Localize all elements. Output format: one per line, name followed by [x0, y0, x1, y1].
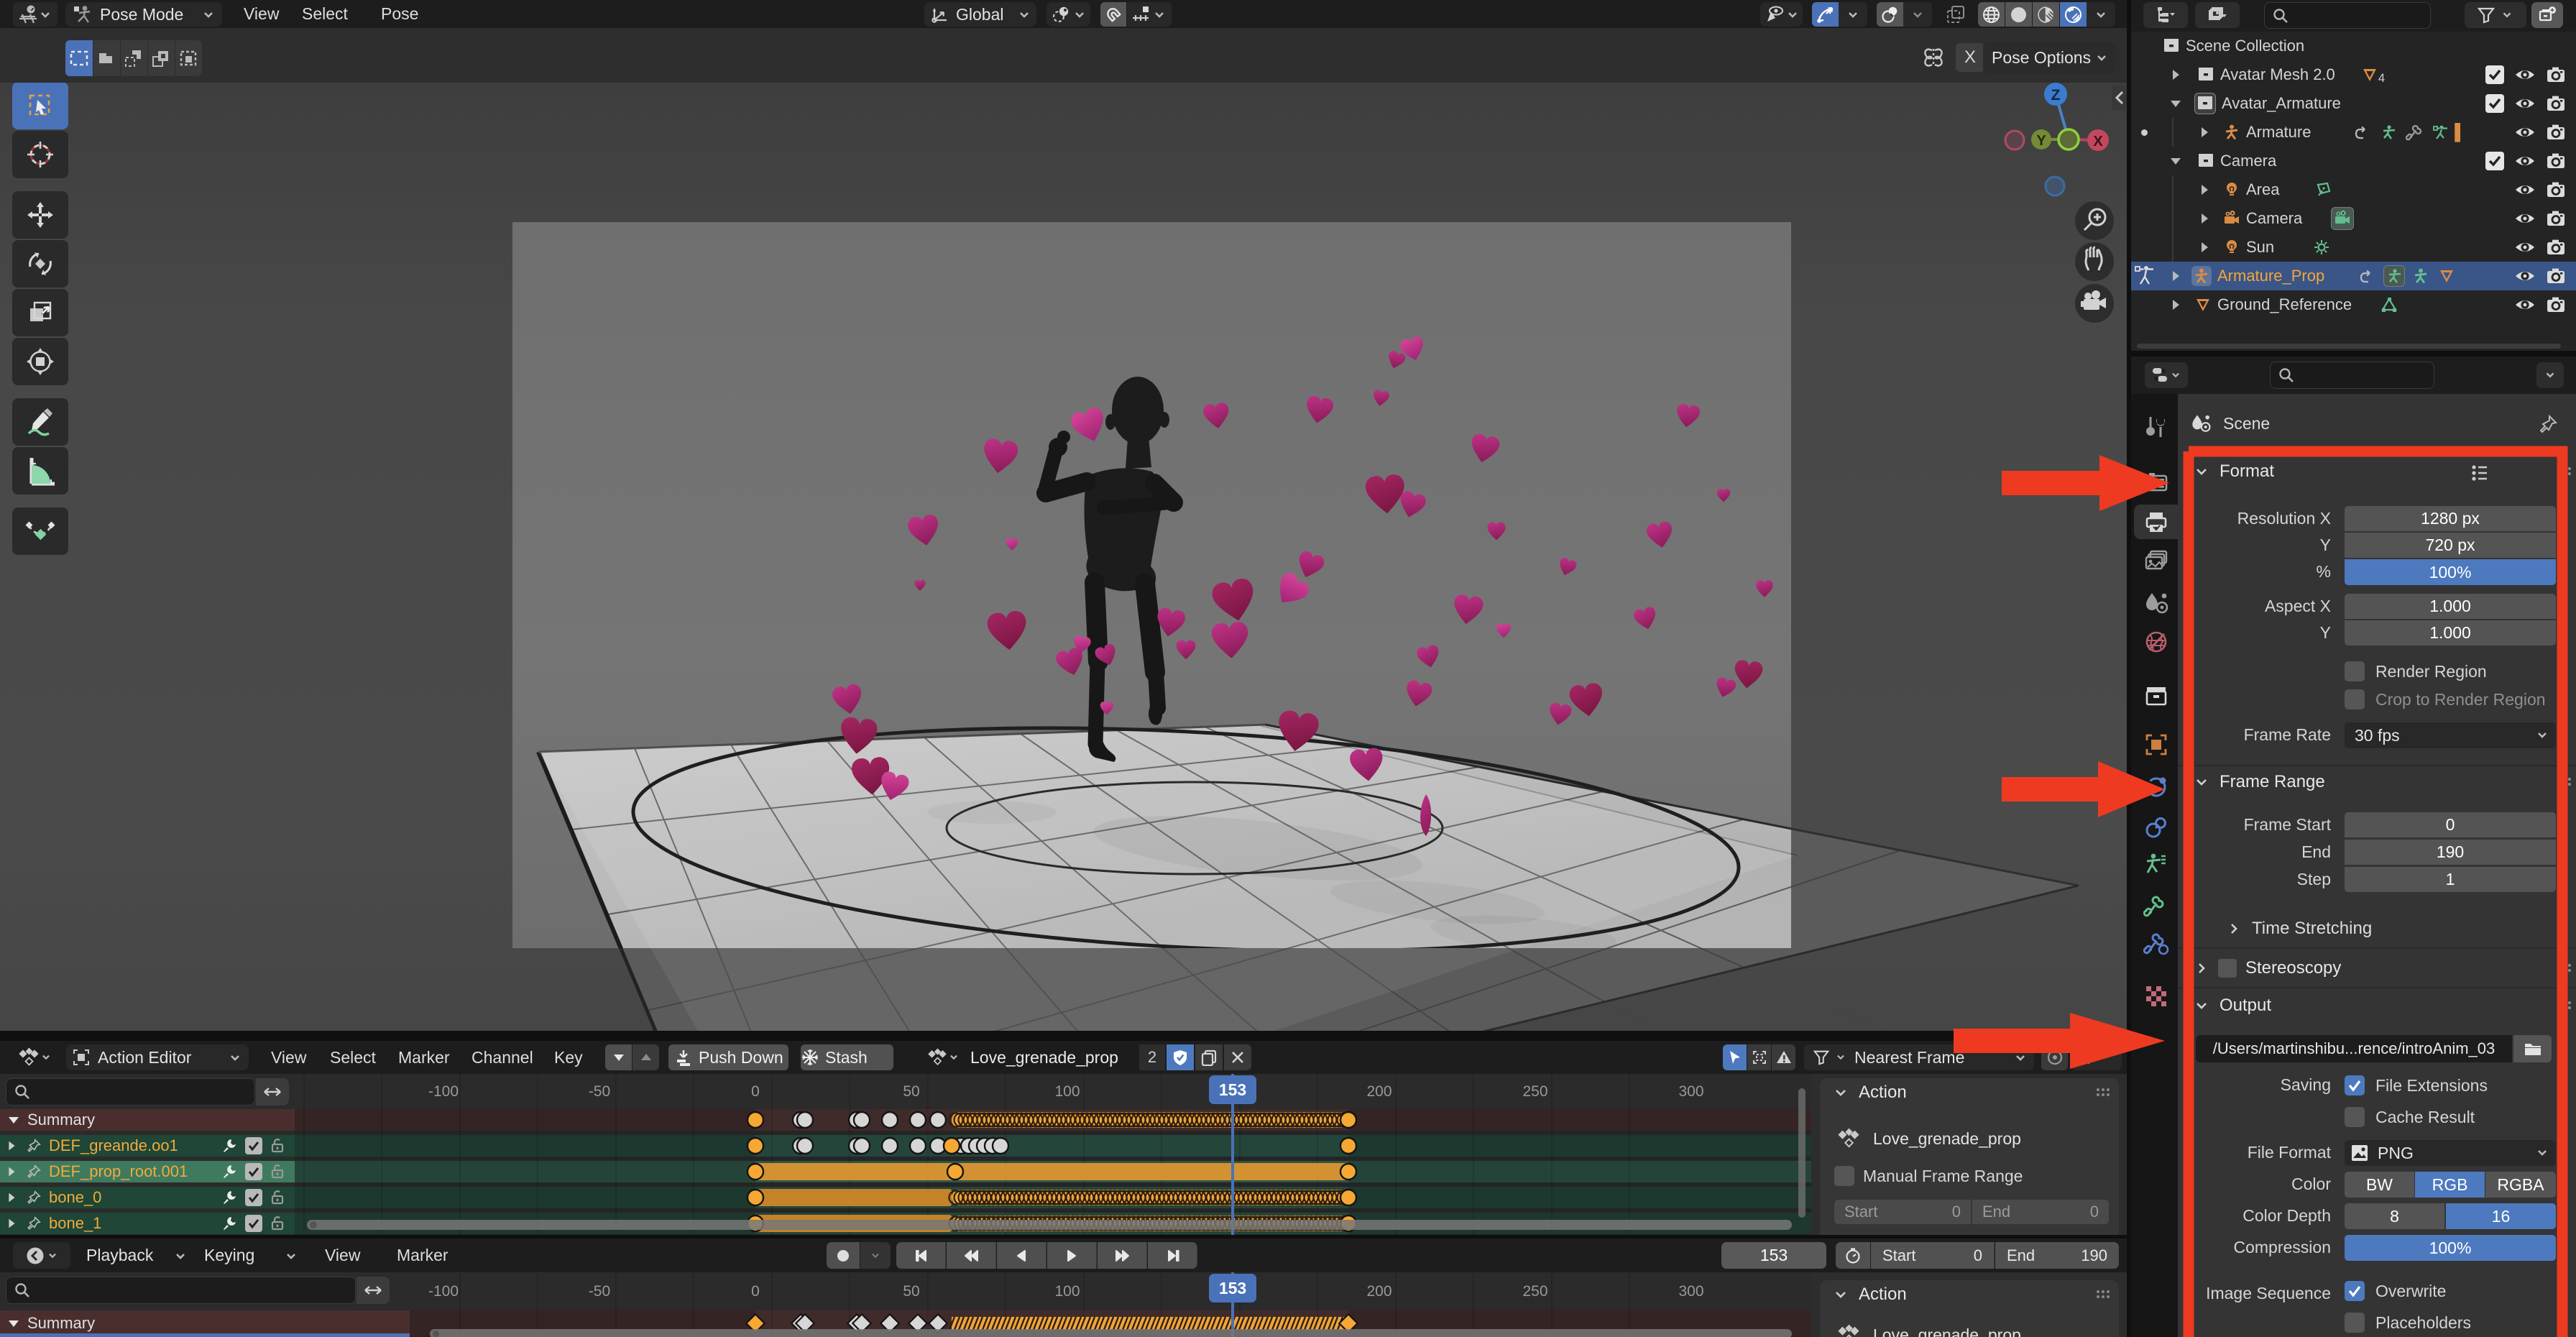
- svg-text:Y: Y: [2036, 133, 2046, 149]
- svg-text:X: X: [2093, 134, 2103, 150]
- svg-text:Z: Z: [2051, 87, 2061, 104]
